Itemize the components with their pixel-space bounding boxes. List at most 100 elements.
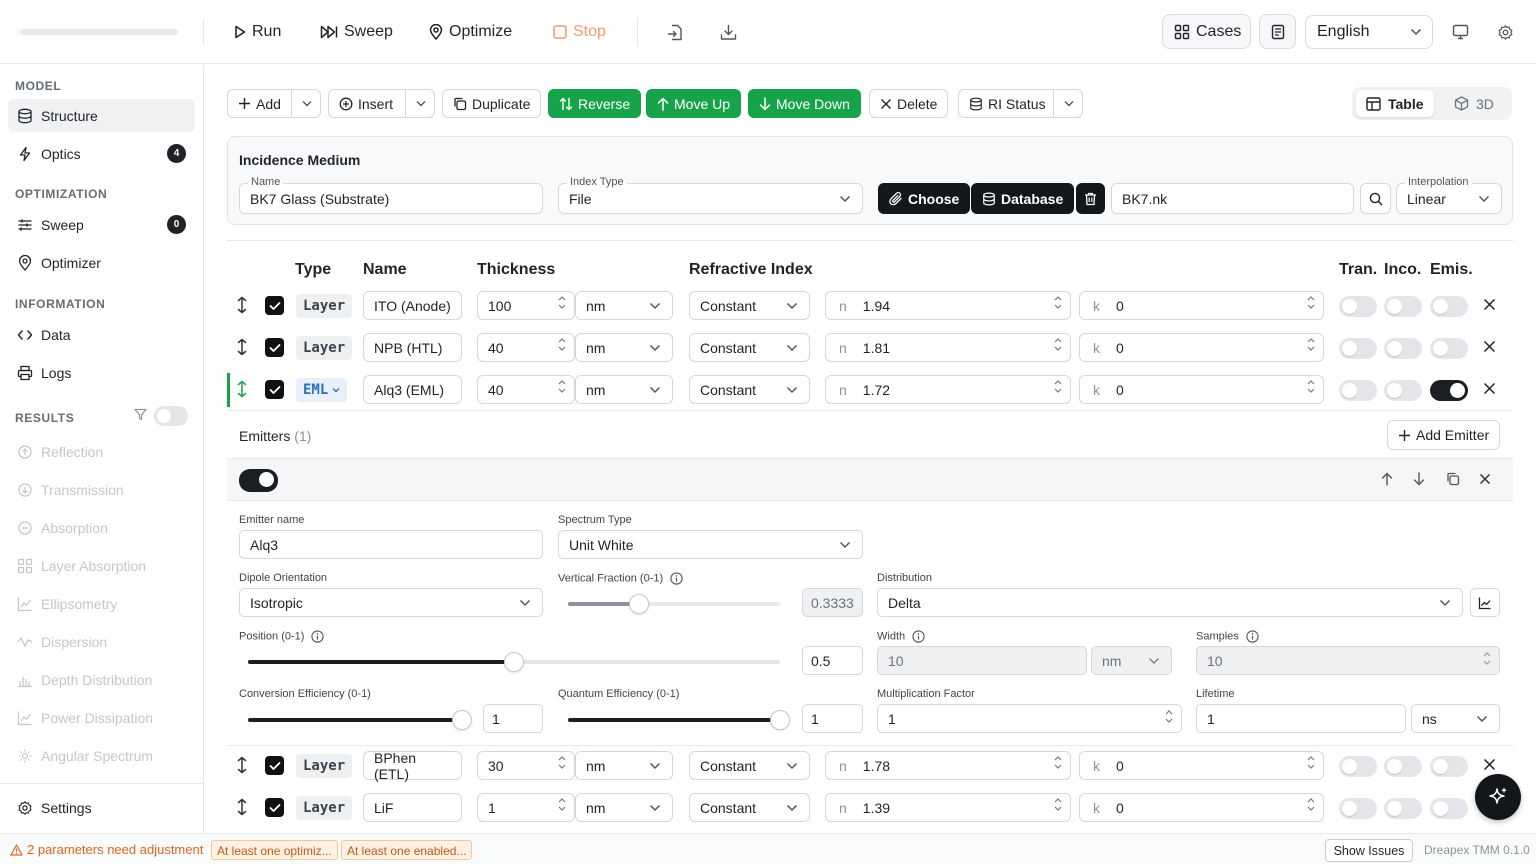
- sidebar-item-settings[interactable]: Settings: [8, 791, 195, 824]
- ai-assistant-button[interactable]: [1475, 774, 1521, 820]
- stepper[interactable]: [1307, 756, 1315, 769]
- stepper[interactable]: [558, 798, 566, 811]
- layer-name-input[interactable]: BPhen (ETL): [363, 750, 462, 782]
- show-issues-button[interactable]: Show Issues: [1325, 839, 1413, 862]
- thickness-unit-select[interactable]: nm: [575, 751, 673, 780]
- layer-enabled-checkbox[interactable]: [265, 380, 284, 399]
- sidebar-item-sweep[interactable]: Sweep 0: [8, 208, 195, 241]
- thickness-input[interactable]: 1: [477, 793, 575, 822]
- settings-button[interactable]: [1495, 22, 1515, 42]
- layer-type-tag[interactable]: EML: [296, 378, 348, 402]
- stepper[interactable]: [1307, 798, 1315, 811]
- stepper[interactable]: [1483, 652, 1491, 665]
- thickness-unit-select[interactable]: nm: [575, 291, 673, 320]
- close-icon[interactable]: [1483, 758, 1496, 771]
- drag-handle-icon[interactable]: [236, 338, 248, 356]
- sidebar-item-logs[interactable]: Logs: [8, 356, 195, 389]
- sidebar-item-structure[interactable]: Structure: [8, 99, 195, 132]
- search-file-button[interactable]: [1360, 183, 1391, 214]
- k-input[interactable]: k0: [1079, 291, 1324, 320]
- quantum-efficiency-slider[interactable]: [568, 710, 790, 730]
- tran-toggle[interactable]: [1339, 296, 1377, 317]
- stepper[interactable]: [1307, 338, 1315, 351]
- tran-toggle[interactable]: [1339, 338, 1377, 359]
- tran-toggle[interactable]: [1339, 756, 1377, 777]
- info-icon[interactable]: [1246, 630, 1259, 643]
- inco-toggle[interactable]: [1384, 338, 1422, 359]
- download-button[interactable]: [717, 22, 739, 42]
- thickness-input[interactable]: 40: [477, 333, 575, 362]
- emis-toggle[interactable]: [1430, 798, 1468, 819]
- close-icon[interactable]: [1483, 340, 1496, 353]
- inco-toggle[interactable]: [1384, 296, 1422, 317]
- width-unit-select[interactable]: nm: [1091, 646, 1172, 675]
- k-input[interactable]: k0: [1079, 793, 1324, 822]
- sidebar-item-depth-distribution[interactable]: Depth Distribution: [8, 663, 195, 696]
- layer-enabled-checkbox[interactable]: [265, 296, 284, 315]
- layer-name-input[interactable]: ITO (Anode): [363, 291, 462, 320]
- sidebar-item-optimizer[interactable]: Optimizer: [8, 246, 195, 279]
- drag-handle-icon[interactable]: [236, 380, 248, 398]
- emis-toggle[interactable]: [1430, 380, 1468, 401]
- layer-name-input[interactable]: LiF: [363, 793, 462, 822]
- run-button[interactable]: Run: [234, 18, 281, 46]
- index-type-select[interactable]: Index Type File: [558, 176, 863, 214]
- stepper[interactable]: [558, 338, 566, 351]
- stepper[interactable]: [558, 756, 566, 769]
- stepper[interactable]: [1307, 296, 1315, 309]
- incidence-name-field[interactable]: Name BK7 Glass (Substrate): [239, 176, 543, 214]
- cases-button[interactable]: Cases: [1162, 14, 1251, 49]
- layer-name-input[interactable]: NPB (HTL): [363, 333, 462, 362]
- tran-toggle[interactable]: [1339, 798, 1377, 819]
- layer-enabled-checkbox[interactable]: [265, 756, 284, 775]
- thickness-input[interactable]: 100: [477, 291, 575, 320]
- thickness-unit-select[interactable]: nm: [575, 333, 673, 362]
- emis-toggle[interactable]: [1430, 338, 1468, 359]
- conversion-efficiency-input[interactable]: 1: [483, 704, 543, 733]
- lifetime-unit-select[interactable]: ns: [1411, 704, 1500, 733]
- stepper[interactable]: [1054, 756, 1062, 769]
- ri-mode-select[interactable]: Constant: [689, 333, 810, 362]
- n-input[interactable]: n 1.78: [825, 751, 1071, 780]
- inco-toggle[interactable]: [1384, 380, 1422, 401]
- layer-enabled-checkbox[interactable]: [265, 798, 284, 817]
- info-icon[interactable]: [670, 572, 683, 585]
- choose-button[interactable]: Choose: [878, 183, 971, 214]
- file-name-field[interactable]: BK7.nk: [1111, 183, 1354, 214]
- emitter-name-input[interactable]: Alq3: [239, 530, 543, 559]
- sidebar-item-absorption[interactable]: Absorption: [8, 511, 195, 544]
- layer-name-input[interactable]: Alq3 (EML): [363, 375, 462, 404]
- filter-icon[interactable]: [134, 408, 147, 421]
- language-select[interactable]: English: [1305, 15, 1433, 49]
- vertical-fraction-slider[interactable]: [568, 594, 780, 614]
- info-icon[interactable]: [311, 630, 325, 643]
- add-menu-button[interactable]: [291, 90, 320, 117]
- issue-pill[interactable]: At least one enabled...: [341, 840, 473, 860]
- sidebar-item-layer-absorption[interactable]: Layer Absorption: [8, 549, 195, 582]
- tran-toggle[interactable]: [1339, 380, 1377, 401]
- k-input[interactable]: k0: [1079, 333, 1324, 362]
- tab-table-view[interactable]: Table: [1356, 90, 1434, 117]
- thickness-unit-select[interactable]: nm: [575, 375, 673, 404]
- insert-button[interactable]: Insert: [329, 90, 405, 117]
- move-down-button[interactable]: Move Down: [748, 89, 861, 118]
- thickness-unit-select[interactable]: nm: [575, 793, 673, 822]
- k-input[interactable]: k0: [1079, 751, 1324, 780]
- stepper[interactable]: [1054, 380, 1062, 393]
- conversion-efficiency-slider[interactable]: [248, 710, 472, 730]
- distribution-chart-button[interactable]: [1470, 588, 1500, 617]
- stepper[interactable]: [1165, 710, 1173, 723]
- emis-toggle[interactable]: [1430, 756, 1468, 777]
- slider-thumb[interactable]: [770, 710, 790, 730]
- emitter-enabled-toggle[interactable]: [239, 469, 278, 492]
- display-button[interactable]: [1450, 22, 1470, 42]
- multiplication-factor-input[interactable]: 1: [877, 704, 1182, 733]
- n-input[interactable]: n 1.39: [825, 793, 1071, 822]
- sidebar-item-angular-spectrum[interactable]: Angular Spectrum: [8, 739, 195, 772]
- reverse-button[interactable]: Reverse: [548, 89, 642, 118]
- issue-pill[interactable]: At least one optimiz...: [211, 840, 338, 860]
- database-button[interactable]: Database: [971, 183, 1075, 214]
- slider-thumb[interactable]: [628, 594, 649, 614]
- clear-file-button[interactable]: [1076, 183, 1105, 214]
- thickness-input[interactable]: 30: [477, 751, 575, 780]
